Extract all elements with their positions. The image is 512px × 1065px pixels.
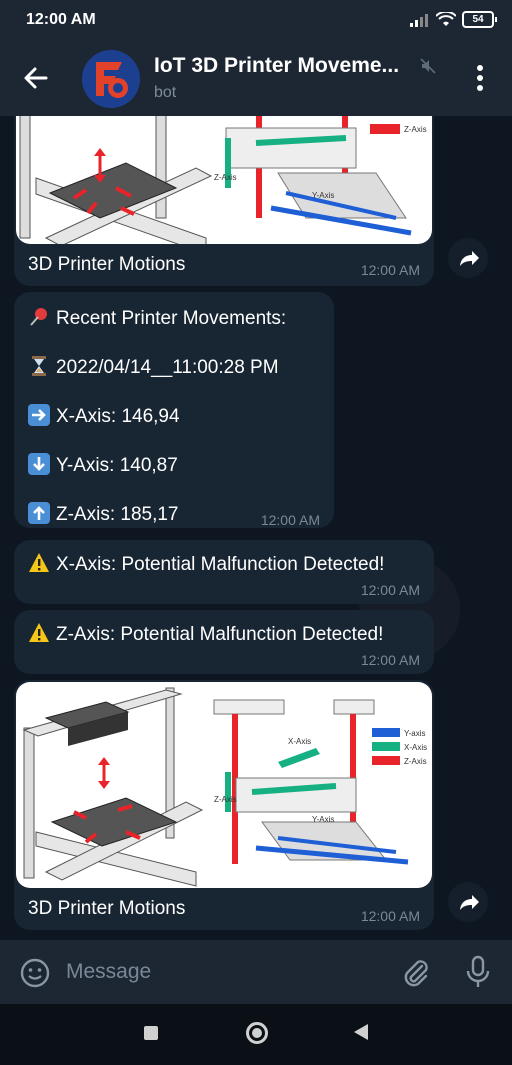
message-time: 12:00 AM [360, 652, 420, 668]
forward-icon[interactable] [448, 882, 488, 922]
muted-icon [420, 58, 436, 74]
message-time: 12:00 AM [360, 908, 420, 924]
hourglass-icon [32, 356, 46, 376]
movements-title-line: Recent Printer Movements: [28, 306, 286, 330]
chat-header: IoT 3D Printer Moveme... bot [0, 40, 512, 116]
x-axis-line: X-Axis: 146,94 [28, 404, 180, 428]
label-z: Z-Axis [214, 795, 237, 804]
message-input[interactable]: Message [66, 960, 151, 984]
system-nav-bar [0, 1004, 512, 1065]
alert-x-message[interactable]: X-Axis: Potential Malfunction Detected! … [14, 540, 434, 604]
label-x: X-Axis [288, 737, 311, 746]
x-axis-value: X-Axis: 146,94 [56, 406, 180, 427]
microphone-icon[interactable] [462, 954, 494, 990]
message-time: 12:00 AM [360, 582, 420, 598]
chat-title[interactable]: IoT 3D Printer Moveme... [154, 54, 424, 78]
logo-icon [82, 50, 140, 108]
photo-message[interactable]: Y-axis X-Axis Z-Axis X-Axis Z-Axis Y-Axi… [14, 680, 434, 930]
movements-message[interactable]: Recent Printer Movements: 2022/04/14__11… [14, 292, 334, 528]
attach-icon[interactable] [400, 956, 432, 988]
chat-area[interactable]: Z-Axis Z-Axis Y-Axis 3D Printer Motions … [0, 116, 512, 938]
printer-diagram-image[interactable]: Y-axis X-Axis Z-Axis X-Axis Z-Axis Y-Axi… [16, 682, 432, 888]
down-arrow-icon [28, 453, 50, 475]
alert-x-text: X-Axis: Potential Malfunction Detected! [56, 554, 385, 575]
warning-icon [29, 553, 49, 572]
alert-x-line: X-Axis: Potential Malfunction Detected! [28, 552, 384, 576]
recent-apps-button[interactable] [144, 1026, 158, 1040]
photo-message[interactable]: Z-Axis Z-Axis Y-Axis 3D Printer Motions … [14, 116, 434, 286]
emoji-icon[interactable] [20, 958, 50, 988]
z-axis-line: Z-Axis: 185,17 [28, 502, 179, 526]
signal-icon [410, 13, 428, 27]
legend-z: Z-Axis [404, 757, 427, 766]
home-button[interactable] [246, 1022, 268, 1044]
z-axis-value: Z-Axis: 185,17 [56, 504, 179, 525]
label-z: Z-Axis [214, 173, 237, 182]
legend-z: Z-Axis [404, 125, 427, 134]
movements-title: Recent Printer Movements: [56, 308, 287, 329]
system-back-button[interactable] [354, 1024, 368, 1040]
more-options-icon[interactable] [470, 62, 490, 94]
back-arrow-icon[interactable] [22, 64, 50, 92]
y-axis-value: Y-Axis: 140,87 [56, 455, 178, 476]
status-bar: 12:00 AM 54 [0, 0, 512, 40]
up-arrow-icon [28, 502, 50, 524]
alert-z-message[interactable]: Z-Axis: Potential Malfunction Detected! … [14, 610, 434, 674]
message-input-bar: Message [0, 940, 512, 1004]
forward-icon[interactable] [448, 238, 488, 278]
legend-x: X-Axis [404, 743, 427, 752]
photo-caption: 3D Printer Motions [28, 254, 186, 275]
message-time: 12:00 AM [360, 262, 420, 278]
warning-icon [29, 623, 49, 642]
pushpin-icon [30, 308, 47, 326]
printer-diagram: Y-axis X-Axis Z-Axis X-Axis Z-Axis Y-Axi… [22, 687, 427, 887]
label-y: Y-Axis [312, 815, 334, 824]
chat-subtitle: bot [154, 84, 177, 101]
photo-caption: 3D Printer Motions [28, 898, 186, 919]
label-y: Y-Axis [312, 191, 334, 200]
alert-z-line: Z-Axis: Potential Malfunction Detected! [28, 622, 383, 646]
printer-diagram-image[interactable]: Z-Axis Z-Axis Y-Axis [16, 116, 432, 244]
bot-avatar[interactable] [82, 50, 140, 108]
wifi-icon [436, 11, 456, 26]
status-icons: 54 [410, 11, 497, 28]
printer-diagram: Z-Axis Z-Axis Y-Axis [19, 116, 427, 244]
movement-timestamp: 2022/04/14__11:00:28 PM [56, 357, 279, 378]
timestamp-line: 2022/04/14__11:00:28 PM [28, 355, 279, 379]
message-time: 12:00 AM [260, 512, 320, 528]
battery-icon: 54 [462, 11, 497, 28]
y-axis-line: Y-Axis: 140,87 [28, 453, 178, 477]
status-time: 12:00 AM [26, 11, 96, 28]
legend-y: Y-axis [404, 729, 426, 738]
right-arrow-icon [28, 404, 50, 426]
alert-z-text: Z-Axis: Potential Malfunction Detected! [56, 624, 384, 645]
